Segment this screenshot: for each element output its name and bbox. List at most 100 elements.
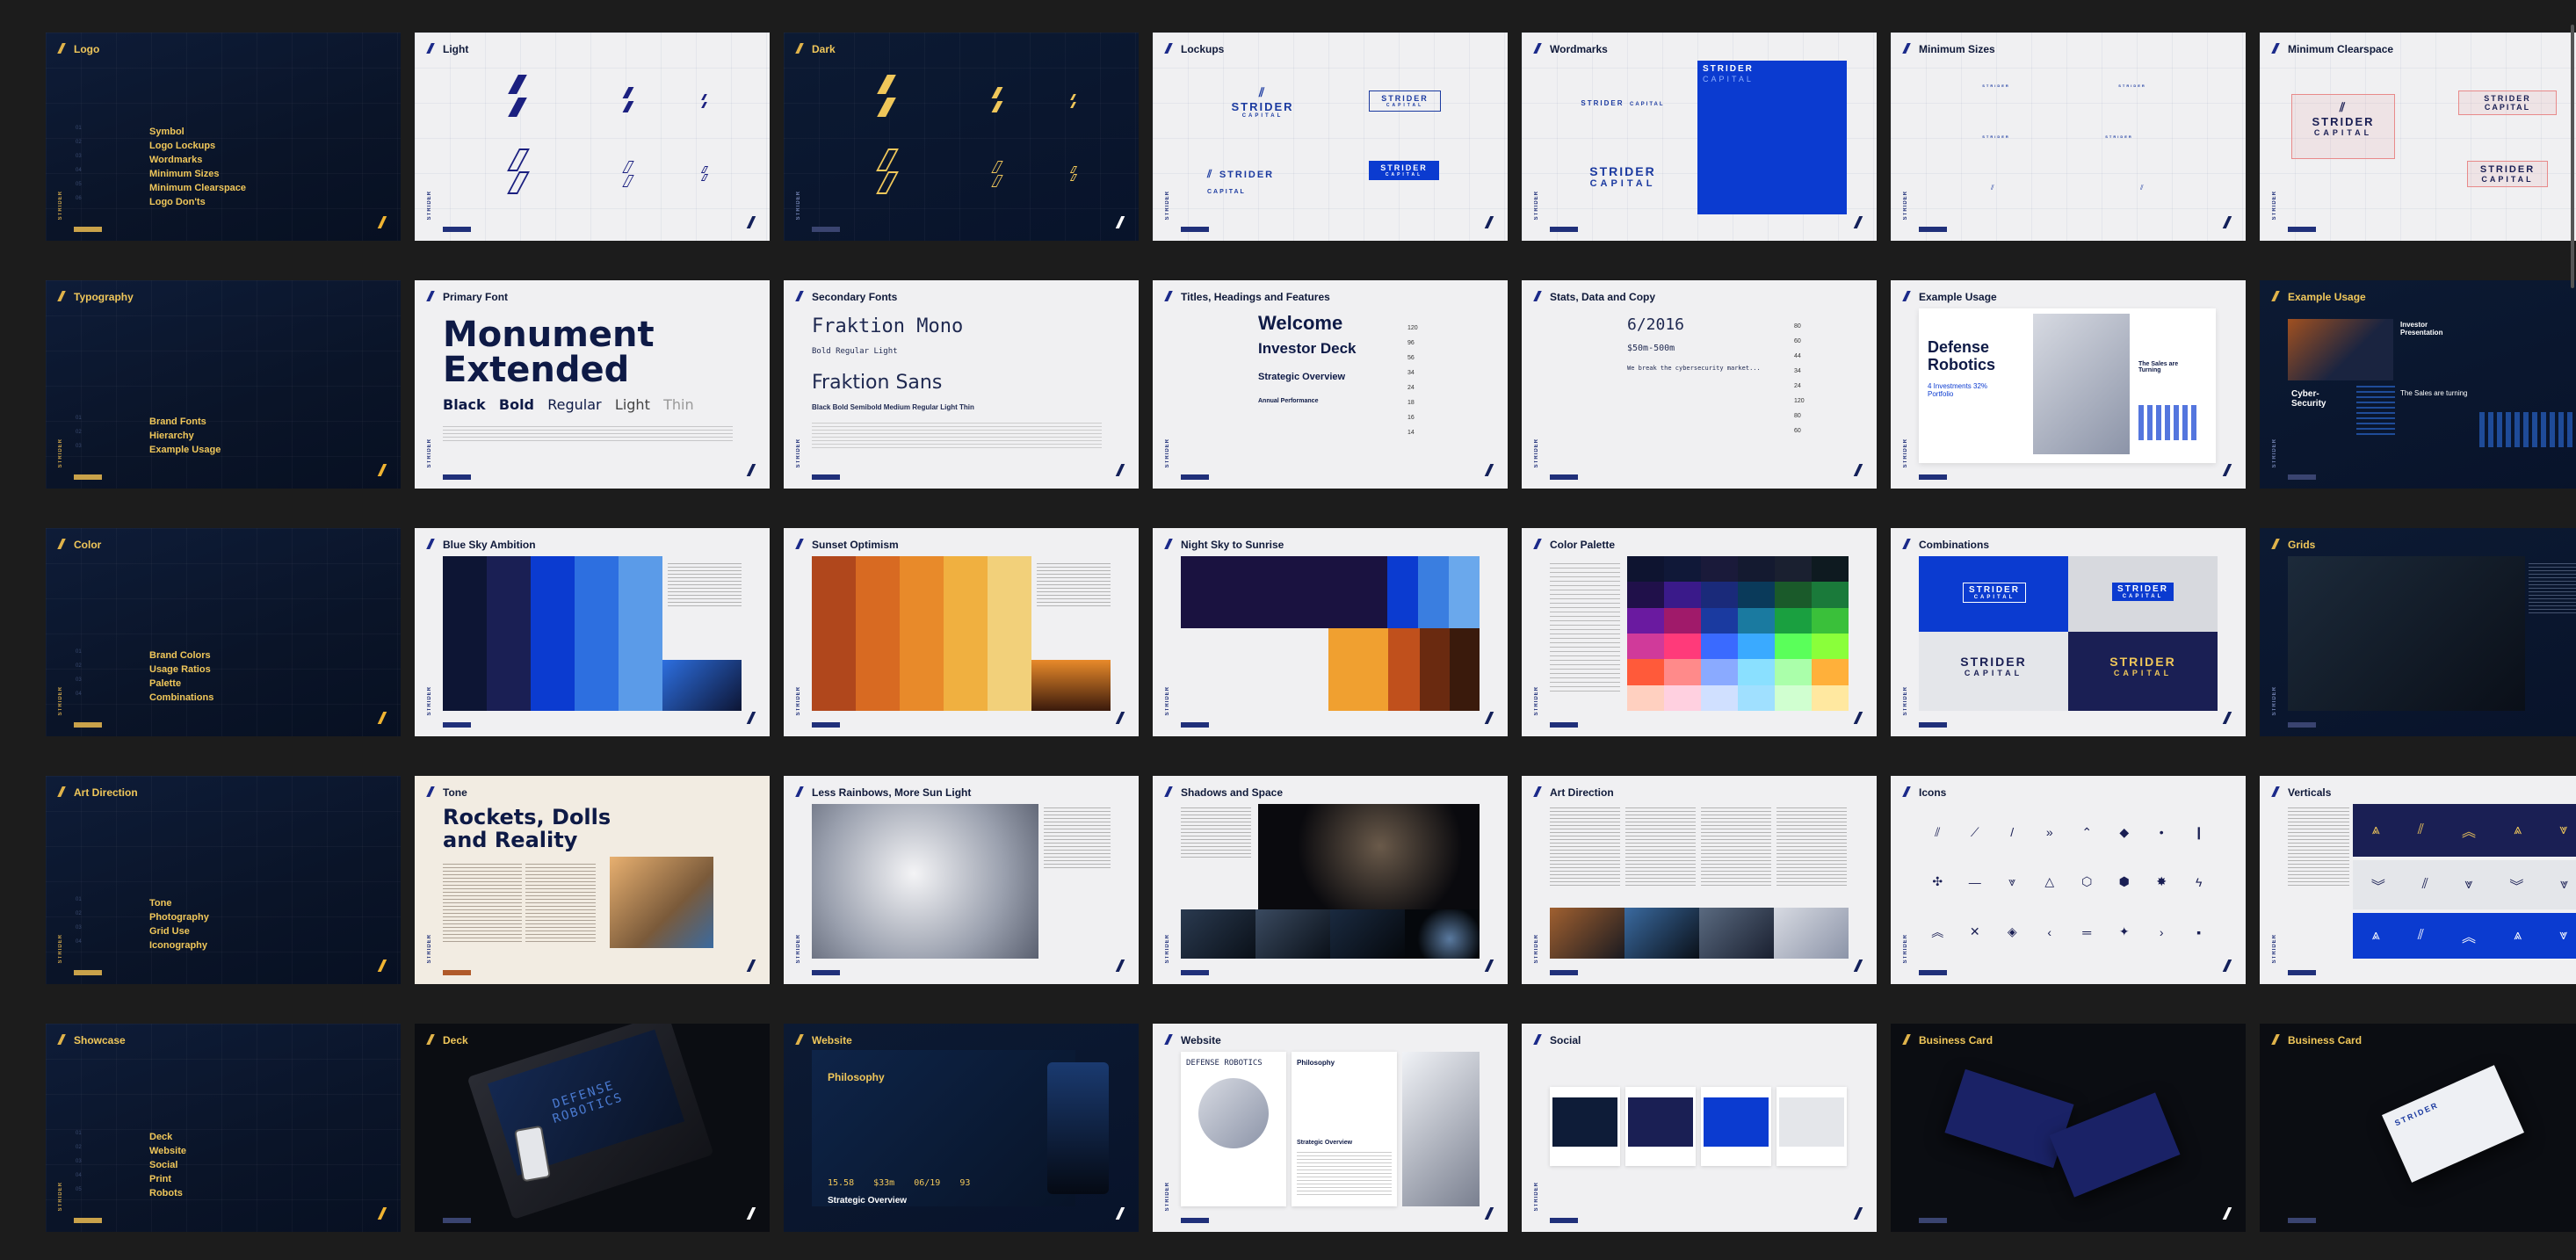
color-swatch[interactable] — [812, 556, 856, 711]
slide-social[interactable]: Social STRIDER — [1522, 1024, 1877, 1232]
slide-typography[interactable]: Typography 01 02 03 Brand Fonts Hierarchy … — [46, 280, 401, 489]
menu-item[interactable]: Logo Don'ts — [149, 195, 246, 209]
slide-business-card-1[interactable]: Business Card — [1891, 1024, 2246, 1232]
palette-cell[interactable] — [1738, 684, 1775, 711]
color-swatch[interactable] — [900, 556, 944, 711]
palette-cell[interactable] — [1775, 582, 1812, 608]
slide-night-sky-to-sunrise[interactable]: Night Sky to Sunrise STRIDER — [1153, 528, 1508, 736]
palette-cell[interactable] — [1627, 684, 1664, 711]
menu-item[interactable]: Combinations — [149, 691, 213, 705]
palette-cell[interactable] — [1775, 607, 1812, 634]
menu-item[interactable]: Usage Ratios — [149, 663, 213, 677]
slide-secondary-fonts[interactable]: Secondary Fonts Fraktion Mono Bold Regul… — [784, 280, 1139, 489]
slide-art-direction[interactable]: Art Direction STRIDER — [1522, 776, 1877, 984]
color-swatch[interactable] — [1328, 628, 1388, 711]
color-swatch[interactable] — [988, 556, 1031, 711]
slide-titles-headings[interactable]: Titles, Headings and Features Welcome In… — [1153, 280, 1508, 489]
color-swatch[interactable] — [575, 556, 619, 711]
slide-less-rainbows[interactable]: Less Rainbows, More Sun Light STRIDER — [784, 776, 1139, 984]
slide-stats-data-copy[interactable]: Stats, Data and Copy 6/2016 $50m-500m We… — [1522, 280, 1877, 489]
menu-item[interactable]: Minimum Sizes — [149, 167, 246, 181]
palette-cell[interactable] — [1738, 607, 1775, 634]
slide-combinations[interactable]: Combinations STRIDER CAPITAL STRIDER CAPIT… — [1891, 528, 2246, 736]
slide-color-palette[interactable]: Color Palette STRIDER — [1522, 528, 1877, 736]
color-swatch[interactable] — [856, 556, 900, 711]
menu-item[interactable]: Tone — [149, 896, 209, 910]
palette-cell[interactable] — [1664, 684, 1701, 711]
menu-item[interactable]: Social — [149, 1158, 186, 1172]
color-swatch[interactable] — [1420, 628, 1450, 711]
menu-item[interactable]: Wordmarks — [149, 153, 246, 167]
menu-item[interactable]: Example Usage — [149, 443, 221, 457]
slide-example-usage-light[interactable]: Example Usage Defense Robotics 4 Investm… — [1891, 280, 2246, 489]
color-swatch[interactable] — [487, 556, 531, 711]
palette-cell[interactable] — [1664, 556, 1701, 583]
slide-minimum-sizes[interactable]: Minimum Sizes STRIDER STRIDER STRIDER ST… — [1891, 33, 2246, 241]
palette-cell[interactable] — [1627, 556, 1664, 583]
slide-primary-font[interactable]: Primary Font Monument Extended Black Bol… — [415, 280, 770, 489]
menu-item[interactable]: Logo Lockups — [149, 139, 246, 153]
slide-light[interactable]: Light STRIDER — [415, 33, 770, 241]
menu-item[interactable]: Photography — [149, 910, 209, 924]
color-swatch[interactable] — [443, 556, 487, 711]
slide-grids[interactable]: Grids STRIDER — [2260, 528, 2576, 736]
color-swatch[interactable] — [619, 556, 662, 711]
menu-item[interactable]: Symbol — [149, 125, 246, 139]
menu-item[interactable]: Deck — [149, 1130, 186, 1144]
palette-cell[interactable] — [1812, 582, 1849, 608]
palette-cell[interactable] — [1812, 556, 1849, 583]
palette-cell[interactable] — [1775, 684, 1812, 711]
color-swatch[interactable] — [944, 556, 988, 711]
palette-cell[interactable] — [1775, 659, 1812, 685]
slide-shadows-and-space[interactable]: Shadows and Space STRIDER — [1153, 776, 1508, 984]
window-scrollbar[interactable] — [2571, 25, 2574, 288]
slide-dark[interactable]: Dark STRIDER — [784, 33, 1139, 241]
color-swatch[interactable] — [531, 556, 575, 711]
palette-cell[interactable] — [1664, 607, 1701, 634]
palette-cell[interactable] — [1775, 556, 1812, 583]
palette-cell[interactable] — [1812, 684, 1849, 711]
menu-item[interactable]: Palette — [149, 677, 213, 691]
menu-item[interactable]: Brand Fonts — [149, 415, 221, 429]
slide-showcase[interactable]: Showcase 01 02 03 04 05 Deck Website Social … — [46, 1024, 401, 1232]
palette-cell[interactable] — [1627, 659, 1664, 685]
palette-cell[interactable] — [1812, 607, 1849, 634]
menu-item[interactable]: Brand Colors — [149, 648, 213, 663]
palette-cell[interactable] — [1664, 659, 1701, 685]
color-swatch[interactable] — [1418, 556, 1449, 628]
palette-cell[interactable] — [1664, 634, 1701, 660]
palette-cell[interactable] — [1701, 582, 1738, 608]
slide-color[interactable]: Color 01 02 03 04 Brand Colors Usage Ratios… — [46, 528, 401, 736]
slide-website-light[interactable]: Website DEFENSE ROBOTICS Philosophy Stra… — [1153, 1024, 1508, 1232]
menu-item[interactable]: Grid Use — [149, 924, 209, 938]
color-swatch[interactable] — [1181, 556, 1387, 628]
palette-cell[interactable] — [1812, 659, 1849, 685]
slide-minimum-clearspace[interactable]: Minimum Clearspace ⫽ STRIDER CAPITAL STR… — [2260, 33, 2576, 241]
menu-item[interactable]: Minimum Clearspace — [149, 181, 246, 195]
slide-logo[interactable]: Logo 01 02 03 04 05 06 Symbol Logo Lockups Wo… — [46, 33, 401, 241]
menu-item[interactable]: Print — [149, 1172, 186, 1186]
palette-cell[interactable] — [1738, 634, 1775, 660]
color-swatch[interactable] — [1450, 628, 1480, 711]
palette-cell[interactable] — [1812, 634, 1849, 660]
slide-blue-sky-ambition[interactable]: Blue Sky Ambition STRIDER — [415, 528, 770, 736]
palette-cell[interactable] — [1627, 582, 1664, 608]
slide-tone[interactable]: Tone Rockets, Dolls and Reality STRIDER — [415, 776, 770, 984]
palette-cell[interactable] — [1701, 607, 1738, 634]
palette-cell[interactable] — [1701, 684, 1738, 711]
menu-item[interactable]: Iconography — [149, 938, 209, 952]
slide-art-direction-section[interactable]: Art Direction 01 02 03 04 Tone Photography … — [46, 776, 401, 984]
palette-cell[interactable] — [1738, 556, 1775, 583]
slide-website-dark[interactable]: Website Philosophy 15.58 $33m 06/19 93 S… — [784, 1024, 1139, 1232]
slide-deck[interactable]: Deck DEFENSE ROBOTICS — [415, 1024, 770, 1232]
slide-wordmarks[interactable]: Wordmarks STRIDER CAPITAL STRIDER CAPITA… — [1522, 33, 1877, 241]
palette-cell[interactable] — [1627, 607, 1664, 634]
color-swatch[interactable] — [1387, 556, 1418, 628]
palette-cell[interactable] — [1701, 634, 1738, 660]
palette-cell[interactable] — [1627, 634, 1664, 660]
color-swatch[interactable] — [1449, 556, 1480, 628]
palette-cell[interactable] — [1701, 556, 1738, 583]
slide-business-card-2[interactable]: Business Card STRIDER — [2260, 1024, 2576, 1232]
palette-cell[interactable] — [1738, 582, 1775, 608]
palette-cell[interactable] — [1664, 582, 1701, 608]
